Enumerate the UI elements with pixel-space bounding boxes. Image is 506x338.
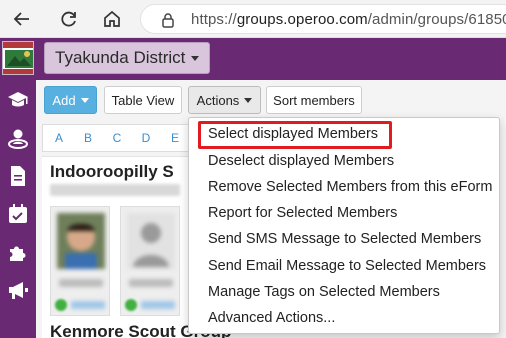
blurred-name (59, 279, 103, 287)
member-card[interactable] (120, 206, 180, 316)
highlight-annotation (198, 121, 392, 149)
chevron-down-icon (191, 55, 200, 61)
alphabet-letter[interactable]: D (138, 131, 154, 145)
district-label: Tyakunda District (55, 48, 186, 67)
menu-item-advanced-actions[interactable]: Advanced Actions... (208, 310, 335, 326)
table-view-label: Table View (111, 92, 175, 108)
group-title: Indooroopilly S (50, 162, 174, 181)
sort-members-button[interactable]: Sort members (266, 86, 362, 114)
status-dot (125, 299, 137, 311)
menu-item-manage-tags[interactable]: Manage Tags on Selected Members (208, 284, 440, 300)
left-sidebar (0, 80, 36, 338)
megaphone-icon[interactable] (6, 278, 30, 302)
address-bar[interactable]: https://groups.operoo.com/admin/groups/6… (140, 4, 506, 34)
user-circle-icon[interactable] (6, 126, 30, 150)
menu-item-send-email[interactable]: Send Email Message to Selected Members (208, 258, 486, 274)
graduation-cap-icon[interactable] (6, 88, 30, 112)
blurred-text (141, 301, 175, 309)
table-view-button[interactable]: Table View (104, 86, 182, 114)
status-dot (55, 299, 67, 311)
menu-item-report[interactable]: Report for Selected Members (208, 205, 397, 221)
calendar-check-icon[interactable] (6, 202, 30, 226)
lock-icon (161, 12, 175, 33)
alphabet-letter[interactable]: E (167, 131, 183, 145)
browser-toolbar: https://groups.operoo.com/admin/groups/6… (0, 0, 506, 38)
member-photo (57, 213, 105, 269)
alphabet-letter[interactable]: B (80, 131, 96, 145)
menu-item-remove-selected[interactable]: Remove Selected Members from this eForm (208, 179, 492, 195)
blurred-name (129, 279, 173, 287)
url-text: https://groups.operoo.com/admin/groups/6… (191, 11, 506, 28)
reload-icon[interactable] (55, 5, 83, 33)
sort-members-label: Sort members (273, 92, 355, 108)
member-photo (127, 213, 175, 269)
actions-label: Actions (196, 92, 240, 108)
alphabet-letter[interactable]: C (109, 131, 125, 145)
actions-button[interactable]: Actions (188, 86, 261, 114)
chevron-down-icon (80, 97, 89, 103)
member-card[interactable] (50, 206, 110, 316)
organization-logo[interactable] (2, 41, 34, 75)
alphabet-letter[interactable]: A (51, 131, 67, 145)
chevron-down-icon (244, 97, 253, 103)
puzzle-icon[interactable] (6, 240, 30, 264)
alphabet-filter: A B C D E (42, 124, 192, 152)
menu-item-deselect-displayed[interactable]: Deselect displayed Members (208, 153, 394, 169)
home-icon[interactable] (98, 5, 126, 33)
document-icon[interactable] (6, 164, 30, 188)
district-selector[interactable]: Tyakunda District (44, 42, 211, 74)
add-button-label: Add (52, 92, 76, 108)
back-arrow-icon[interactable] (8, 5, 36, 33)
add-button[interactable]: Add (44, 86, 97, 114)
blurred-subtitle (50, 184, 180, 196)
blurred-text (71, 301, 105, 309)
actions-dropdown-menu (188, 117, 500, 334)
menu-item-send-sms[interactable]: Send SMS Message to Selected Members (208, 231, 481, 247)
